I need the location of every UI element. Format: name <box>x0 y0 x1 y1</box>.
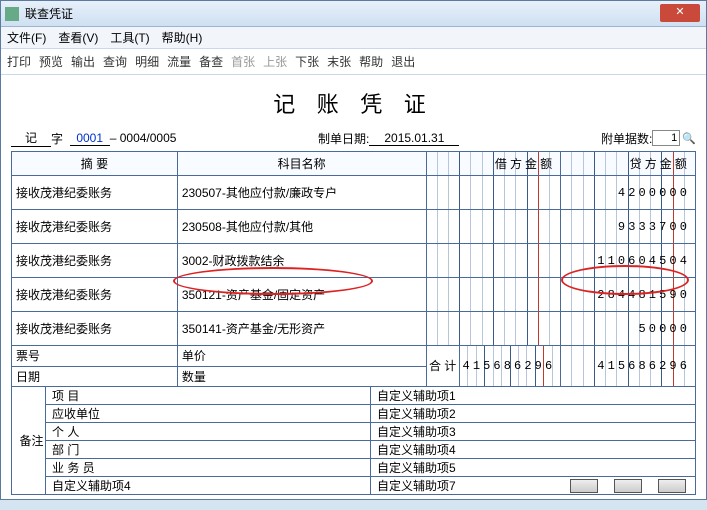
remark-left: 业 务 员 <box>46 458 371 476</box>
word-label: 记 <box>11 129 51 147</box>
tb-prev: 上张 <box>263 53 287 70</box>
remark-left: 个 人 <box>46 422 371 440</box>
total-label: 合 计 <box>426 346 459 386</box>
cell-subject: 3002-财政拨款结余 <box>177 244 426 278</box>
tb-preview[interactable]: 预览 <box>39 53 63 70</box>
remark-right: 自定义辅助项2 <box>371 404 696 422</box>
menu-help[interactable]: 帮助(H) <box>162 29 203 46</box>
cell-debit <box>426 278 561 312</box>
cell-credit: 110604504 <box>561 244 696 278</box>
tb-output[interactable]: 输出 <box>71 53 95 70</box>
remark-left: 自定义辅助项4 <box>46 476 371 494</box>
remark-right: 自定义辅助项3 <box>371 422 696 440</box>
menu-view[interactable]: 查看(V) <box>58 29 98 46</box>
menu-tools[interactable]: 工具(T) <box>110 29 149 46</box>
dash: – <box>110 131 117 145</box>
tb-exit[interactable]: 退出 <box>391 53 415 70</box>
qty-label: 数量 <box>177 366 426 386</box>
cell-credit: 50000 <box>561 312 696 346</box>
credit-total: 415686296 <box>561 346 696 386</box>
cell-credit: 284481590 <box>561 278 696 312</box>
titlebar: 联查凭证 ✕ <box>1 1 706 27</box>
seq2: 0004/0005 <box>120 131 177 145</box>
tb-next[interactable]: 下张 <box>295 53 319 70</box>
table-row[interactable]: 接收茂港纪委账务230507-其他应付款/廉政专户 4200000 <box>12 176 696 210</box>
remark-right: 自定义辅助项1 <box>371 386 696 404</box>
remark-label: 备注 <box>12 386 46 494</box>
menubar: 文件(F) 查看(V) 工具(T) 帮助(H) <box>1 27 706 49</box>
col-credit: 贷方金额 <box>561 152 696 176</box>
cell-summary: 接收茂港纪委账务 <box>12 244 178 278</box>
table-row[interactable]: 接收茂港纪委账务3002-财政拨款结余 110604504 <box>12 244 696 278</box>
remark-row: 应收单位自定义辅助项2 <box>12 404 696 422</box>
status-icon-2[interactable] <box>614 479 642 493</box>
cell-credit: 4200000 <box>561 176 696 210</box>
table-row[interactable]: 接收茂港纪委账务350121-资产基金/固定资产 284481590 <box>12 278 696 312</box>
magnifier-icon[interactable]: 🔍 <box>682 132 696 145</box>
cell-summary: 接收茂港纪委账务 <box>12 312 178 346</box>
seq1: 0001 <box>70 131 110 146</box>
table-row[interactable]: 接收茂港纪委账务230508-其他应付款/其他 9333700 <box>12 210 696 244</box>
voucher-table: 摘 要 科目名称 借方金额 贷方金额 接收茂港纪委账务230507-其他应付款/… <box>11 151 696 346</box>
cell-debit <box>426 176 561 210</box>
voucher-content: 记 账 凭 证 记 字 0001 – 0004/0005 制单日期: 2015.… <box>1 75 706 499</box>
tb-detail[interactable]: 明细 <box>135 53 159 70</box>
word-suffix: 字 <box>51 130 63 147</box>
debit-total: 415686296 <box>459 346 561 386</box>
remark-left: 部 门 <box>46 440 371 458</box>
doc-title: 记 账 凭 证 <box>11 83 696 127</box>
remark-row: 个 人自定义辅助项3 <box>12 422 696 440</box>
cell-subject: 350141-资产基金/无形资产 <box>177 312 426 346</box>
status-icon-3[interactable] <box>658 479 686 493</box>
cell-summary: 接收茂港纪委账务 <box>12 210 178 244</box>
window-frame: 联查凭证 ✕ 文件(F) 查看(V) 工具(T) 帮助(H) 打印 预览 输出 … <box>0 0 707 500</box>
menu-file[interactable]: 文件(F) <box>7 29 46 46</box>
table-row[interactable]: 接收茂港纪委账务350141-资产基金/无形资产 50000 <box>12 312 696 346</box>
tb-flow[interactable]: 流量 <box>167 53 191 70</box>
att-label: 附单据数: <box>601 130 652 147</box>
toolbar: 打印 预览 输出 查询 明细 流量 备查 首张 上张 下张 末张 帮助 退出 <box>1 49 706 75</box>
tb-audit[interactable]: 备查 <box>199 53 223 70</box>
bottom-icons <box>570 479 686 493</box>
remark-left: 项 目 <box>46 386 371 404</box>
remark-right: 自定义辅助项5 <box>371 458 696 476</box>
cell-subject: 350121-资产基金/固定资产 <box>177 278 426 312</box>
date-label: 制单日期: <box>318 130 369 147</box>
col-subject: 科目名称 <box>177 152 426 176</box>
remark-row: 部 门自定义辅助项4 <box>12 440 696 458</box>
voucher-header: 记 字 0001 – 0004/0005 制单日期: 2015.01.31 附单… <box>11 127 696 151</box>
mid-table: 票号 单价 合 计 415686296 415686296 日期 数量 <box>11 346 696 387</box>
cell-subject: 230507-其他应付款/廉政专户 <box>177 176 426 210</box>
cell-debit <box>426 244 561 278</box>
cell-debit <box>426 312 561 346</box>
tb-first: 首张 <box>231 53 255 70</box>
col-debit: 借方金额 <box>426 152 561 176</box>
remark-row: 备注项 目自定义辅助项1 <box>12 386 696 404</box>
col-summary: 摘 要 <box>12 152 178 176</box>
status-icon-1[interactable] <box>570 479 598 493</box>
date-label2: 日期 <box>12 366 178 386</box>
app-icon <box>5 7 19 21</box>
close-button[interactable]: ✕ <box>660 4 700 22</box>
att-input[interactable] <box>652 130 680 146</box>
price-label: 单价 <box>177 346 426 366</box>
cell-subject: 230508-其他应付款/其他 <box>177 210 426 244</box>
tb-help[interactable]: 帮助 <box>359 53 383 70</box>
cell-credit: 9333700 <box>561 210 696 244</box>
remark-row: 业 务 员自定义辅助项5 <box>12 458 696 476</box>
cell-summary: 接收茂港纪委账务 <box>12 278 178 312</box>
tb-query[interactable]: 查询 <box>103 53 127 70</box>
remark-right: 自定义辅助项4 <box>371 440 696 458</box>
remark-left: 应收单位 <box>46 404 371 422</box>
ticket-label: 票号 <box>12 346 178 366</box>
date-value: 2015.01.31 <box>369 131 459 146</box>
cell-summary: 接收茂港纪委账务 <box>12 176 178 210</box>
tb-last[interactable]: 末张 <box>327 53 351 70</box>
cell-debit <box>426 210 561 244</box>
window-title: 联查凭证 <box>25 5 73 22</box>
tb-print[interactable]: 打印 <box>7 53 31 70</box>
